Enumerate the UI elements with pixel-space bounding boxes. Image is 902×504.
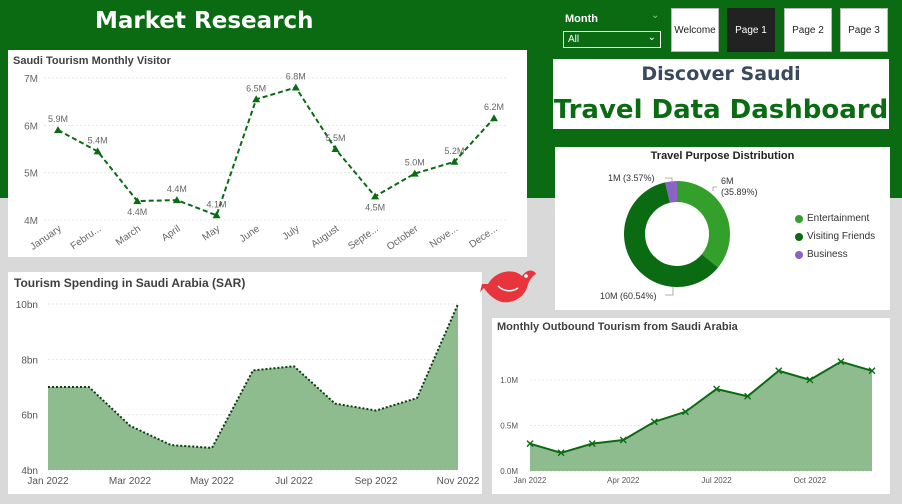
- chevron-down-icon: ⌄: [647, 32, 656, 43]
- data-label: 5.4M: [88, 135, 108, 145]
- x-tick-label: Oct 2022: [794, 476, 827, 485]
- data-point: [54, 126, 62, 134]
- slice-label: 10M (60.54%): [600, 291, 657, 301]
- data-label: 5.5M: [325, 133, 345, 143]
- page-title: Market Research: [95, 8, 314, 34]
- y-tick-label: 1.0M: [500, 376, 518, 385]
- y-tick-label: 4M: [24, 216, 38, 227]
- x-tick-label: August: [309, 223, 341, 250]
- spending-card[interactable]: Tourism Spending in Saudi Arabia (SAR) 4…: [8, 272, 482, 494]
- legend-item-entertainment[interactable]: Entertainment: [795, 213, 869, 224]
- hero-subtitle: Discover Saudi: [641, 63, 801, 85]
- legend-item-visiting-friends[interactable]: Visiting Friends: [795, 231, 875, 242]
- legend-label: Visiting Friends: [807, 231, 876, 242]
- outbound-tourism-chart: 0.0M 0.5M 1.0M Jan 2022 Apr 2022 Jul 2022 Oct …: [500, 358, 876, 485]
- month-filter-label: Month: [565, 13, 598, 25]
- x-tick-label: Mar 2022: [109, 476, 152, 487]
- legend-label: Entertainment: [807, 213, 870, 224]
- bird-logo-icon: [480, 270, 536, 303]
- x-tick-label: Apr 2022: [607, 476, 640, 485]
- x-tick-label: Jan 2022: [27, 476, 69, 487]
- month-filter-dropdown[interactable]: All ⌄: [563, 31, 661, 48]
- chevron-down-icon: ⌄: [651, 10, 660, 21]
- x-tick-label: January: [28, 223, 63, 252]
- x-tick-label: Jan 2022: [514, 476, 547, 485]
- data-label: 6.2M: [484, 102, 504, 112]
- monthly-visitor-title: Saudi Tourism Monthly Visitor: [13, 55, 171, 67]
- travel-purpose-title: Travel Purpose Distribution: [650, 150, 795, 162]
- series-line: [57, 86, 495, 217]
- leader-line: [712, 186, 717, 191]
- x-tick-label: Sep 2022: [355, 476, 398, 487]
- data-label: 4.4M: [167, 184, 187, 194]
- y-tick-label: 7M: [24, 74, 38, 85]
- y-tick-label: 6bn: [21, 411, 38, 422]
- y-tick-label: 0.5M: [500, 421, 518, 430]
- page-3-button[interactable]: Page 3: [840, 8, 888, 52]
- slice-label: 6M: [721, 176, 734, 186]
- data-label: 4.5M: [365, 202, 385, 212]
- monthly-visitor-chart: 4M 5M 6M 7M 5.9M January 5.4M Febru... 4.4M March…: [24, 71, 508, 253]
- monthly-visitor-card[interactable]: Saudi Tourism Monthly Visitor 4M 5M 6M 7M 5.…: [8, 50, 527, 257]
- x-tick-label: March: [114, 223, 143, 248]
- travel-purpose-card[interactable]: Travel Purpose Distribution 6M (35.89%) 10…: [555, 147, 890, 310]
- data-label: 5.9M: [48, 114, 68, 124]
- area-fill: [48, 304, 458, 470]
- x-tick-label: April: [160, 223, 183, 243]
- data-label: 4.4M: [127, 207, 147, 217]
- outbound-tourism-card[interactable]: Monthly Outbound Tourism from Saudi Arab…: [492, 318, 890, 494]
- welcome-button[interactable]: Welcome: [671, 8, 719, 52]
- legend-dot-icon: [795, 232, 803, 241]
- x-tick-label: Jul 2022: [275, 476, 313, 487]
- y-tick-label: 10bn: [16, 300, 38, 311]
- x-tick-label: May: [200, 223, 222, 243]
- x-tick-label: May 2022: [190, 476, 234, 487]
- y-tick-label: 5M: [24, 169, 38, 180]
- page-1-button[interactable]: Page 1: [727, 8, 775, 52]
- legend-dot-icon: [795, 250, 803, 259]
- x-tick-label: Nov 2022: [437, 476, 480, 487]
- x-tick-label: July: [281, 223, 302, 242]
- hero-card: Discover Saudi Travel Data Dashboard: [553, 59, 889, 129]
- y-tick-label: 0.0M: [500, 467, 518, 476]
- data-label: 5.0M: [405, 158, 425, 168]
- data-label: 6.8M: [286, 71, 306, 81]
- data-label: 5.2M: [444, 146, 464, 156]
- x-tick-label: June: [238, 223, 262, 245]
- travel-purpose-donut: 6M(35.89%) 10M (60.54%) 1M (3.57%): [600, 173, 758, 301]
- hero-title: Travel Data Dashboard: [553, 95, 889, 125]
- x-tick-label: Jul 2022: [701, 476, 732, 485]
- spending-chart: 4bn6bn8bn10bnJan 2022 Mar 2022 May 2022 Jul…: [16, 300, 480, 487]
- x-tick-label: Febru...: [69, 223, 104, 252]
- y-tick-label: 8bn: [21, 355, 38, 366]
- slice-label: 1M (3.57%): [608, 173, 655, 183]
- data-point: [490, 114, 498, 122]
- legend-dot-icon: [795, 214, 803, 223]
- x-tick-label: October: [385, 223, 421, 253]
- x-tick-label: Dece...: [467, 223, 499, 250]
- spending-title: Tourism Spending in Saudi Arabia (SAR): [14, 276, 246, 290]
- legend-label: Business: [807, 249, 848, 260]
- data-point: [291, 83, 300, 91]
- data-point: [331, 145, 340, 152]
- data-label: 6.5M: [246, 83, 266, 93]
- outbound-tourism-title: Monthly Outbound Tourism from Saudi Arab…: [497, 321, 738, 333]
- data-label: 4.1M: [207, 199, 227, 209]
- page-2-button[interactable]: Page 2: [784, 8, 832, 52]
- slice-label: (35.89%): [721, 187, 758, 197]
- area-fill: [530, 361, 872, 471]
- legend-item-business[interactable]: Business: [795, 249, 848, 260]
- y-tick-label: 6M: [24, 121, 38, 132]
- x-tick-label: Septe...: [346, 223, 381, 252]
- month-filter-value: All: [568, 34, 580, 45]
- x-tick-label: Nove...: [428, 223, 460, 250]
- leader-line: [665, 287, 674, 296]
